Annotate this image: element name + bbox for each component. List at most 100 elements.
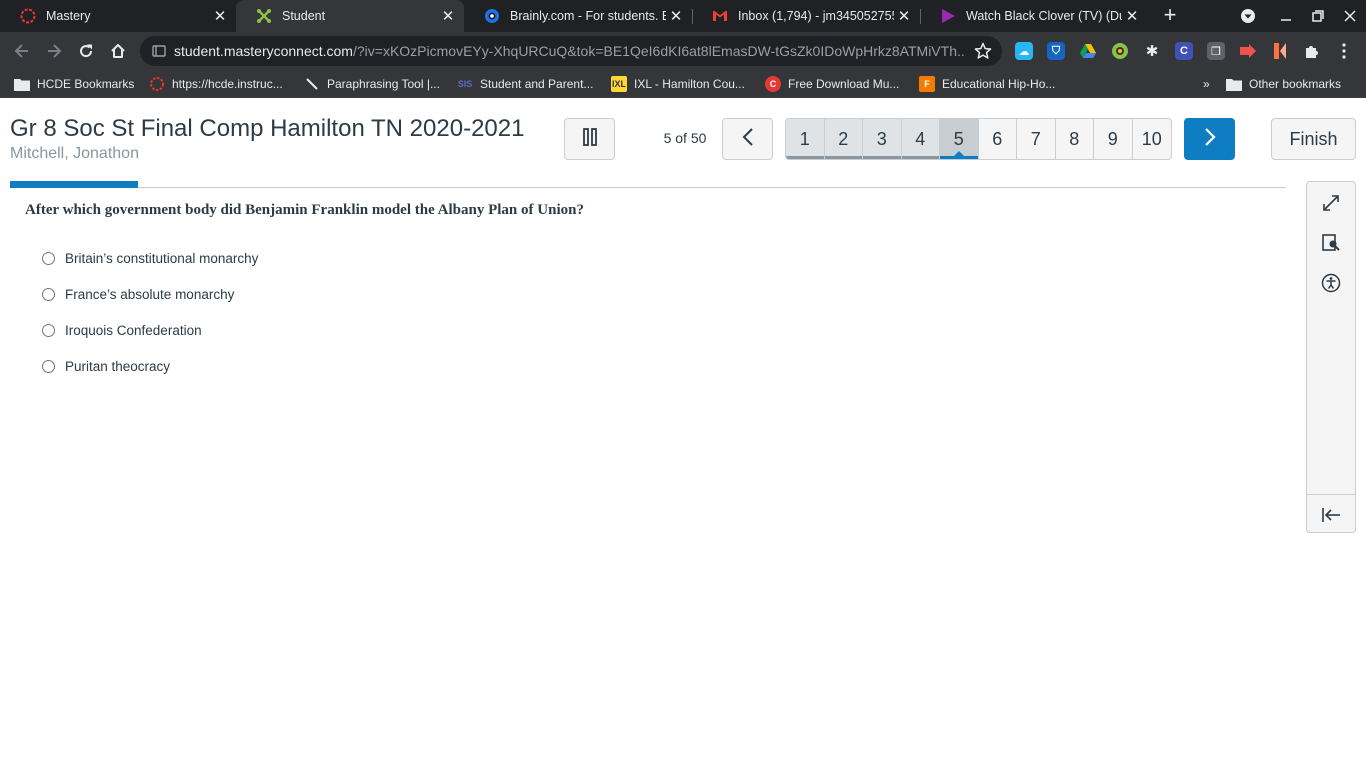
radio-button[interactable] bbox=[42, 359, 55, 373]
close-tab-icon[interactable]: ✕ bbox=[438, 6, 458, 26]
new-tab-icon[interactable]: + bbox=[1158, 4, 1182, 28]
screencastify-icon[interactable] bbox=[1111, 42, 1129, 60]
radio-button[interactable] bbox=[42, 287, 55, 301]
bookmark-label: Educational Hip-Ho... bbox=[942, 77, 1056, 91]
music-icon: C bbox=[765, 76, 781, 92]
folder-icon bbox=[14, 76, 30, 92]
browser-menu-icon[interactable] bbox=[1335, 42, 1353, 60]
browser-tab-brainly[interactable]: Brainly.com - For students. By ✕ bbox=[464, 0, 692, 32]
extensions-puzzle-icon[interactable] bbox=[1303, 42, 1321, 60]
question-number-4[interactable]: 4 bbox=[901, 119, 940, 159]
bookmark-educational-hiphop[interactable]: F Educational Hip-Ho... bbox=[919, 75, 1055, 93]
browser-tab-student[interactable]: Student ✕ bbox=[236, 0, 464, 32]
tab-search-icon[interactable] bbox=[1232, 0, 1264, 32]
close-window-icon[interactable] bbox=[1334, 0, 1366, 32]
quill-icon bbox=[304, 76, 320, 92]
radio-button[interactable] bbox=[42, 323, 55, 337]
question-number-7[interactable]: 7 bbox=[1017, 119, 1056, 159]
bookmark-label: HCDE Bookmarks bbox=[37, 77, 135, 91]
reload-icon[interactable] bbox=[72, 37, 100, 65]
browser-toolbar: student.masteryconnect.com/?iv=xKOzPicmo… bbox=[0, 32, 1366, 70]
c-extension-icon[interactable]: C bbox=[1175, 42, 1193, 60]
question-text: After which government body did Benjamin… bbox=[25, 202, 584, 218]
more-bookmarks-icon[interactable]: » bbox=[1203, 75, 1210, 93]
bug-extension-icon[interactable]: ✱ bbox=[1143, 42, 1161, 60]
question-number-1[interactable]: 1 bbox=[786, 119, 825, 159]
bookmark-hcde-instructure[interactable]: https://hcde.instruc... bbox=[149, 75, 283, 93]
browser-tab-gmail[interactable]: Inbox (1,794) - jm345052755@ ✕ bbox=[692, 0, 920, 32]
minimize-icon[interactable] bbox=[1270, 0, 1302, 32]
brainly-favicon bbox=[484, 8, 500, 24]
cloud-extension-icon[interactable]: ☁ bbox=[1015, 42, 1033, 60]
back-icon[interactable] bbox=[8, 37, 36, 65]
canvas-icon bbox=[149, 76, 165, 92]
question-number-3[interactable]: 3 bbox=[863, 119, 902, 159]
previous-question-button[interactable] bbox=[722, 118, 773, 160]
tab-title: Watch Black Clover (TV) (Dub) bbox=[966, 9, 1122, 23]
folder-icon bbox=[1226, 76, 1242, 92]
gmail-favicon bbox=[712, 8, 728, 24]
copy-extension-icon[interactable]: ❐ bbox=[1207, 42, 1225, 60]
assessment-page: Gr 8 Soc St Final Comp Hamilton TN 2020-… bbox=[0, 102, 1366, 768]
assessment-title: Gr 8 Soc St Final Comp Hamilton TN 2020-… bbox=[10, 115, 525, 142]
collapse-icon[interactable] bbox=[1319, 503, 1343, 527]
browser-tab-mastery[interactable]: Mastery ✕ bbox=[0, 0, 236, 32]
close-tab-icon[interactable]: ✕ bbox=[894, 6, 914, 26]
home-icon[interactable] bbox=[104, 37, 132, 65]
shield-extension-icon[interactable]: ⛉ bbox=[1047, 42, 1065, 60]
arrow-extension-icon[interactable] bbox=[1239, 42, 1257, 60]
close-tab-icon[interactable]: ✕ bbox=[1122, 6, 1142, 26]
question-number-2[interactable]: 2 bbox=[824, 119, 863, 159]
mastery-favicon bbox=[20, 8, 36, 24]
bookmark-free-download[interactable]: C Free Download Mu... bbox=[765, 75, 899, 93]
answer-choice-d[interactable]: Puritan theocracy bbox=[42, 356, 170, 376]
pause-button[interactable] bbox=[564, 118, 615, 160]
google-drive-icon[interactable] bbox=[1079, 42, 1097, 60]
bookmark-label: https://hcde.instruc... bbox=[172, 77, 283, 91]
question-number-8[interactable]: 8 bbox=[1056, 119, 1094, 159]
sis-icon: SIS bbox=[457, 79, 473, 89]
student-name: Mitchell, Jonathon bbox=[10, 145, 139, 162]
bookmark-label: Free Download Mu... bbox=[788, 77, 900, 91]
bookmarks-bar: HCDE Bookmarks https://hcde.instruc... P… bbox=[0, 70, 1366, 98]
bookmark-paraphrasing[interactable]: Paraphrasing Tool |... bbox=[304, 75, 440, 93]
close-tab-icon[interactable]: ✕ bbox=[666, 6, 686, 26]
tools-panel bbox=[1306, 181, 1356, 533]
choice-label: Britain’s constitutional monarchy bbox=[65, 250, 259, 266]
close-tab-icon[interactable]: ✕ bbox=[210, 6, 230, 26]
url-host: student.masteryconnect.com bbox=[174, 43, 353, 59]
question-number-10[interactable]: 10 bbox=[1133, 119, 1172, 159]
other-bookmarks-label: Other bookmarks bbox=[1249, 77, 1342, 91]
question-position: 5 of 50 bbox=[663, 130, 707, 146]
browser-tab-black-clover[interactable]: Watch Black Clover (TV) (Dub) ✕ bbox=[920, 0, 1148, 32]
choice-label: France’s absolute monarchy bbox=[65, 286, 235, 302]
finish-button[interactable]: Finish bbox=[1271, 118, 1356, 160]
url-path: /?iv=xKOzPicmovEYy-XhqURCuQ&tok=BE1QeI6d… bbox=[352, 43, 964, 59]
play-favicon bbox=[940, 8, 956, 24]
answer-choice-c[interactable]: Iroquois Confederation bbox=[42, 320, 202, 340]
answer-choice-b[interactable]: France’s absolute monarchy bbox=[42, 284, 234, 304]
answer-choice-a[interactable]: Britain’s constitutional monarchy bbox=[42, 248, 258, 268]
bookmark-ixl[interactable]: IXL IXL - Hamilton Cou... bbox=[611, 75, 745, 93]
kami-extension-icon[interactable] bbox=[1271, 42, 1289, 60]
next-question-button[interactable] bbox=[1184, 118, 1235, 160]
flocabulary-icon: F bbox=[919, 76, 935, 92]
pause-icon bbox=[582, 127, 597, 151]
forward-icon[interactable] bbox=[40, 37, 68, 65]
question-number-list: 1 2 3 4 5 6 7 8 9 10 bbox=[785, 118, 1172, 160]
tab-title: Inbox (1,794) - jm345052755@ bbox=[738, 9, 894, 23]
question-number-9[interactable]: 9 bbox=[1094, 119, 1133, 159]
site-info-icon[interactable] bbox=[152, 44, 166, 58]
question-number-5[interactable]: 5 bbox=[940, 119, 979, 159]
bookmark-star-icon[interactable] bbox=[974, 42, 992, 65]
question-number-6[interactable]: 6 bbox=[979, 119, 1017, 159]
bookmark-hcde[interactable]: HCDE Bookmarks bbox=[14, 75, 134, 93]
restore-icon[interactable] bbox=[1302, 0, 1334, 32]
radio-button[interactable] bbox=[42, 251, 55, 265]
highlighter-icon[interactable] bbox=[1319, 231, 1343, 255]
accessibility-icon[interactable] bbox=[1319, 271, 1343, 295]
address-bar[interactable]: student.masteryconnect.com/?iv=xKOzPicmo… bbox=[140, 36, 1002, 66]
other-bookmarks[interactable]: Other bookmarks bbox=[1226, 75, 1341, 93]
bookmark-student-parent[interactable]: SIS Student and Parent... bbox=[457, 75, 594, 93]
expand-icon[interactable] bbox=[1319, 191, 1343, 215]
